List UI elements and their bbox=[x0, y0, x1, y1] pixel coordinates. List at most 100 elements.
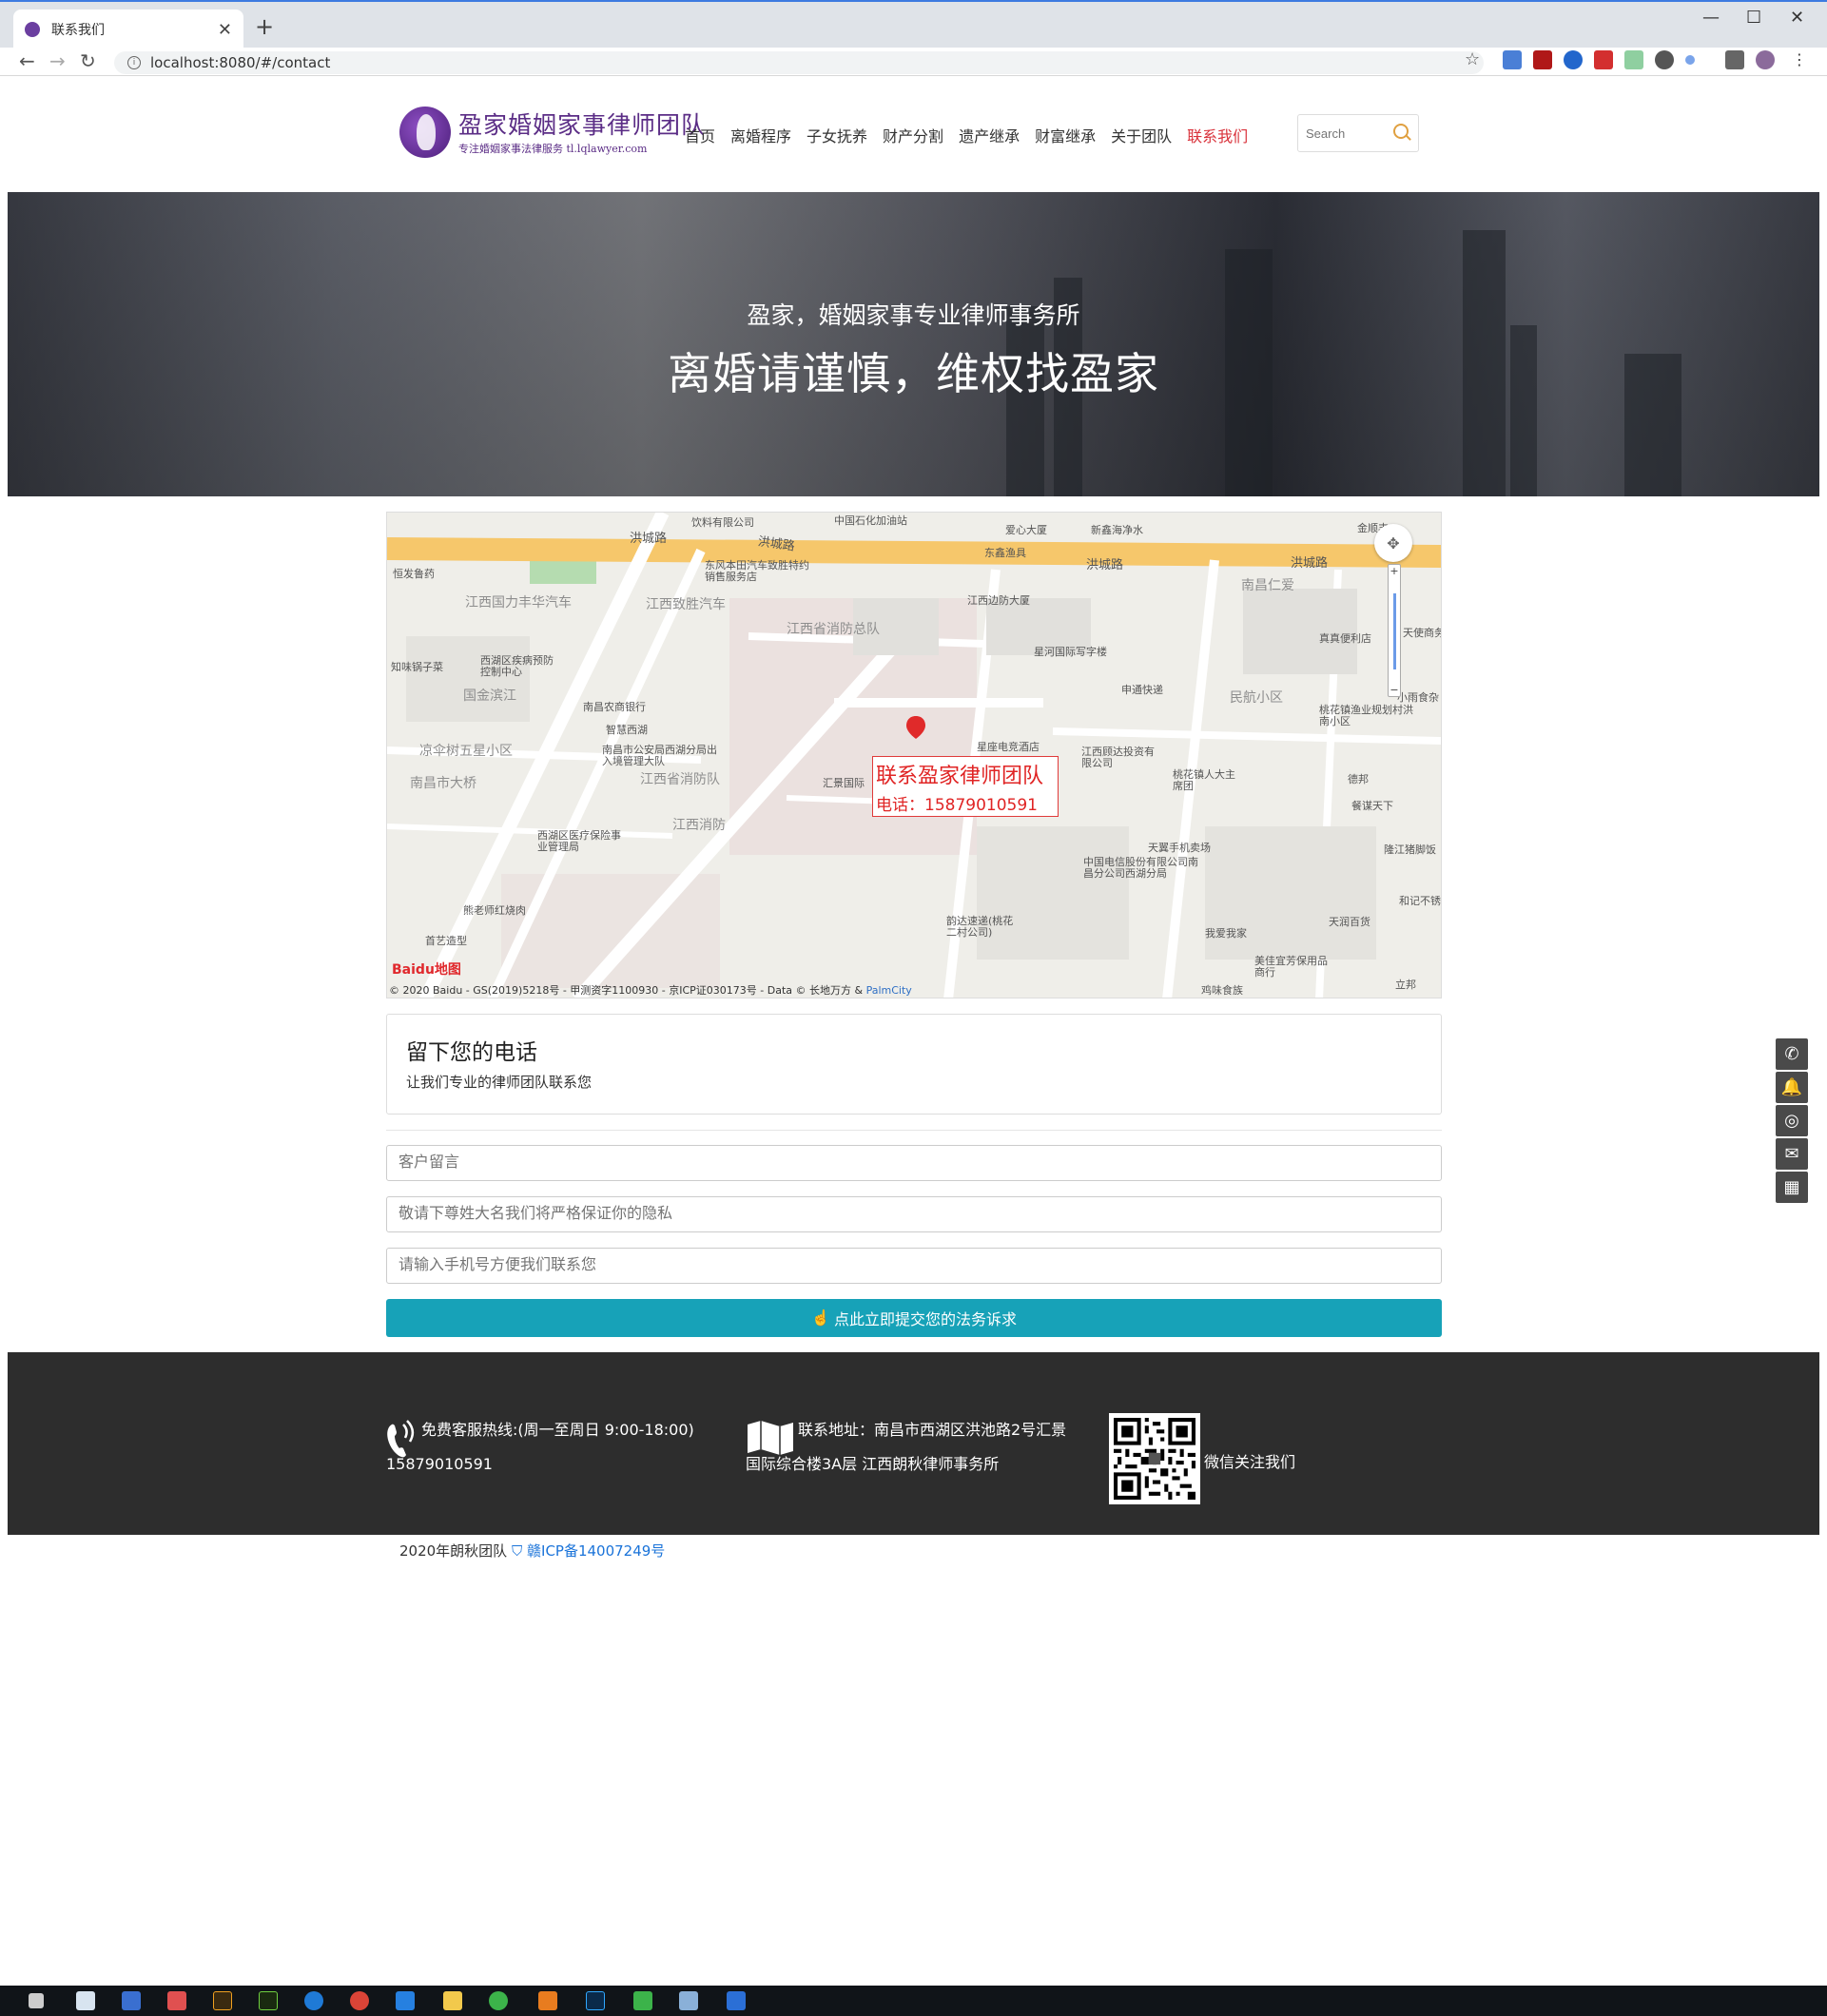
map-poi: 餐谋天下 bbox=[1351, 800, 1393, 812]
forward-icon[interactable]: → bbox=[49, 49, 66, 72]
taskbar-app-icon[interactable] bbox=[727, 1991, 746, 2010]
browser-addressbar: ← → ↻ i localhost:8080/#/contact ☆ bbox=[0, 48, 1827, 76]
baidu-map[interactable]: 洪城路 洪城路 洪城路 洪城路 江西国力丰华汽车 江西致胜汽车 江西省消防总队 … bbox=[386, 512, 1442, 998]
map-poi-large: 江西省消防总队 bbox=[787, 622, 880, 637]
map-zoom-slider[interactable]: + − bbox=[1388, 564, 1401, 697]
map-poi: 韵达速递(桃花二村公司) bbox=[946, 915, 1014, 939]
qrcode-icon[interactable]: ▦ bbox=[1776, 1172, 1808, 1203]
nav-item-child-custody[interactable]: 子女抚养 bbox=[807, 124, 867, 146]
info-icon[interactable]: i bbox=[127, 56, 141, 69]
site-header: 盈家婚姻家事律师团队 专注婚姻家事法律服务 tl.lqlawyer.com 首页… bbox=[8, 78, 1819, 192]
browser-tab[interactable]: 联系我们 ✕ bbox=[13, 10, 243, 49]
bell-icon[interactable]: 🔔 bbox=[1776, 1072, 1808, 1103]
road-label: 洪城路 bbox=[1291, 556, 1329, 571]
bookmark-star-icon[interactable]: ☆ bbox=[1465, 49, 1480, 69]
submit-button[interactable]: ☝ 点此立即提交您的法务诉求 bbox=[386, 1299, 1442, 1337]
map-label-phone: 电话：15879010591 bbox=[876, 796, 1038, 815]
page-viewport: 盈家婚姻家事律师团队 专注婚姻家事法律服务 tl.lqlawyer.com 首页… bbox=[8, 78, 1819, 1986]
hand-pointer-icon: ☝ bbox=[811, 1310, 830, 1327]
taskbar-app-icon[interactable] bbox=[396, 1991, 415, 2010]
taskbar-app-icon[interactable] bbox=[443, 1991, 462, 2010]
hero-subtitle: 盈家，婚姻家事专业律师事务所 bbox=[747, 301, 1080, 329]
taskbar-app-icon[interactable] bbox=[633, 1991, 652, 2010]
map-marker-icon[interactable] bbox=[904, 714, 927, 741]
map-poi: 智慧西湖 bbox=[606, 724, 648, 736]
site-logo[interactable]: 盈家婚姻家事律师团队 专注婚姻家事法律服务 tl.lqlawyer.com bbox=[399, 105, 705, 162]
reload-icon[interactable]: ↻ bbox=[80, 49, 96, 72]
nav-item-divorce-procedure[interactable]: 离婚程序 bbox=[730, 124, 791, 146]
map-poi: 中国电信股份有限公司南昌分公司西湖分局 bbox=[1083, 856, 1198, 880]
taskbar-app-icon[interactable] bbox=[167, 1991, 186, 2010]
taskbar-app-icon[interactable] bbox=[259, 1991, 278, 2010]
taskbar-app-icon[interactable] bbox=[679, 1991, 698, 2010]
baidu-map-logo[interactable]: Baidu地图 bbox=[392, 960, 461, 979]
extension-icon[interactable] bbox=[1624, 50, 1643, 69]
new-tab-button[interactable]: + bbox=[255, 13, 274, 40]
message-input[interactable] bbox=[386, 1145, 1442, 1181]
os-taskbar bbox=[0, 1986, 1827, 2016]
nav-item-about-team[interactable]: 关于团队 bbox=[1111, 124, 1172, 146]
taskview-icon[interactable] bbox=[29, 1993, 44, 2008]
menu-lines-icon[interactable] bbox=[1725, 50, 1744, 69]
extension-icon[interactable] bbox=[1685, 55, 1695, 65]
browser-menu-icon[interactable]: ⋮ bbox=[1792, 50, 1807, 69]
map-poi: 申通快递 bbox=[1121, 684, 1163, 696]
back-icon[interactable]: ← bbox=[19, 49, 35, 72]
map-poi: 德邦 bbox=[1348, 773, 1369, 785]
wechat-follow-label: 微信关注我们 bbox=[1204, 1453, 1296, 1471]
map-poi-large: 民航小区 bbox=[1230, 690, 1283, 706]
map-poi: 南昌农商银行 bbox=[583, 701, 646, 713]
extension-icon[interactable] bbox=[1655, 50, 1674, 69]
chat-icon[interactable]: ✉ bbox=[1776, 1138, 1808, 1170]
site-footer: 免费客服热线:(周一至周日 9:00-18:00) 15879010591 联系… bbox=[8, 1352, 1819, 1535]
map-poi-large: 江西致胜汽车 bbox=[646, 597, 726, 612]
nav-item-home[interactable]: 首页 bbox=[685, 124, 715, 146]
extension-icon[interactable] bbox=[1564, 50, 1583, 69]
map-poi-large: 江西省消防队 bbox=[640, 772, 720, 787]
url-field[interactable]: i localhost:8080/#/contact bbox=[114, 51, 1484, 74]
submit-label: 点此立即提交您的法务诉求 bbox=[833, 1312, 1017, 1328]
window-close-button[interactable]: ✕ bbox=[1790, 8, 1804, 28]
zoom-in-icon[interactable]: + bbox=[1389, 565, 1400, 577]
map-poi: 真真便利店 bbox=[1319, 632, 1371, 645]
map-copyright-link[interactable]: PalmCity bbox=[866, 984, 912, 997]
icp-link[interactable]: 赣ICP备14007249号 bbox=[527, 1542, 665, 1560]
taskbar-app-icon[interactable] bbox=[304, 1991, 323, 2010]
window-maximize-button[interactable]: ☐ bbox=[1746, 8, 1761, 28]
taskbar-app-icon[interactable] bbox=[213, 1991, 232, 2010]
map-poi: 恒发鲁药 bbox=[393, 568, 435, 580]
map-poi: 天翼手机卖场 bbox=[1148, 842, 1211, 854]
nav-item-contact[interactable]: 联系我们 bbox=[1187, 124, 1248, 146]
floating-contact-bar: ✆ 🔔 ◎ ✉ ▦ bbox=[1776, 1038, 1808, 1203]
taskbar-app-icon[interactable] bbox=[538, 1991, 557, 2010]
tab-close-icon[interactable]: ✕ bbox=[218, 20, 232, 40]
phone-icon[interactable]: ✆ bbox=[1776, 1038, 1808, 1070]
zoom-out-icon[interactable]: − bbox=[1389, 684, 1400, 696]
extension-icon[interactable] bbox=[1503, 50, 1522, 69]
taskbar-app-icon[interactable] bbox=[489, 1991, 508, 2010]
map-poi-large: 江西国力丰华汽车 bbox=[465, 595, 572, 611]
phone-input[interactable] bbox=[386, 1248, 1442, 1284]
zoom-track[interactable] bbox=[1393, 593, 1396, 669]
map-poi: 和记不锈 bbox=[1399, 895, 1441, 907]
map-poi: 中国石化加油站 bbox=[834, 514, 907, 527]
search-input[interactable] bbox=[1306, 126, 1390, 141]
extension-icon[interactable] bbox=[1533, 50, 1552, 69]
extension-icon[interactable] bbox=[1594, 50, 1613, 69]
wechat-icon[interactable]: ◎ bbox=[1776, 1105, 1808, 1136]
name-input[interactable] bbox=[386, 1196, 1442, 1232]
window-minimize-button[interactable]: — bbox=[1702, 8, 1720, 28]
map-poi: 江西边防大厦 bbox=[967, 594, 1030, 607]
nav-item-inheritance[interactable]: 遗产继承 bbox=[959, 124, 1020, 146]
taskbar-app-icon[interactable] bbox=[122, 1991, 141, 2010]
map-poi: 熊老师红烧肉 bbox=[463, 904, 526, 917]
search-icon[interactable] bbox=[1393, 124, 1409, 139]
taskbar-app-icon[interactable] bbox=[350, 1991, 369, 2010]
nav-item-property-division[interactable]: 财产分割 bbox=[883, 124, 943, 146]
taskbar-app-icon[interactable] bbox=[586, 1991, 605, 2010]
qrcode-image bbox=[1114, 1418, 1195, 1500]
map-pan-control[interactable]: ✥ bbox=[1374, 524, 1412, 562]
nav-item-wealth-inheritance[interactable]: 财富继承 bbox=[1035, 124, 1096, 146]
profile-avatar[interactable] bbox=[1756, 50, 1775, 69]
taskbar-app-icon[interactable] bbox=[76, 1991, 95, 2010]
